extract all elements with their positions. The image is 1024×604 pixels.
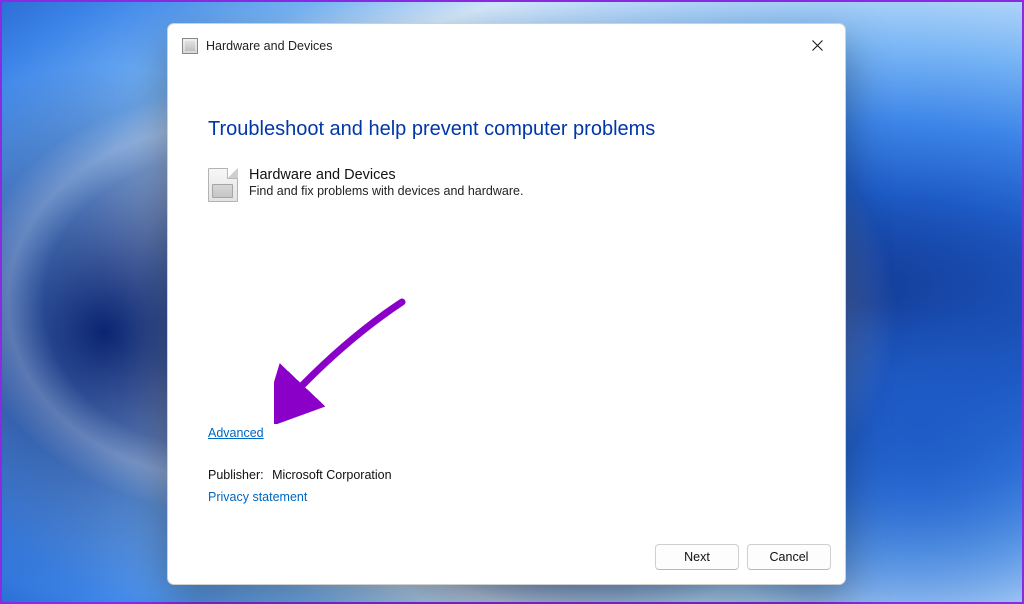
hardware-icon [208,168,238,202]
app-icon [182,38,198,54]
next-button[interactable]: Next [655,544,739,570]
advanced-link[interactable]: Advanced [208,426,264,440]
privacy-statement-link[interactable]: Privacy statement [208,490,307,504]
publisher-label: Publisher: [208,468,264,482]
cancel-button[interactable]: Cancel [747,544,831,570]
page-heading: Troubleshoot and help prevent computer p… [208,118,805,141]
troubleshooter-item: Hardware and Devices Find and fix proble… [208,167,805,202]
troubleshooter-description: Find and fix problems with devices and h… [249,184,523,198]
close-button[interactable] [795,30,839,60]
button-bar: Next Cancel [168,532,845,584]
close-icon [812,40,823,51]
troubleshooter-title: Hardware and Devices [249,167,523,183]
troubleshooter-dialog: Hardware and Devices Troubleshoot and he… [167,23,846,585]
publisher-row: Publisher: Microsoft Corporation [208,468,392,482]
dialog-content: Troubleshoot and help prevent computer p… [168,68,845,532]
window-title: Hardware and Devices [206,39,332,53]
titlebar: Hardware and Devices [168,24,845,68]
publisher-value: Microsoft Corporation [272,468,392,482]
